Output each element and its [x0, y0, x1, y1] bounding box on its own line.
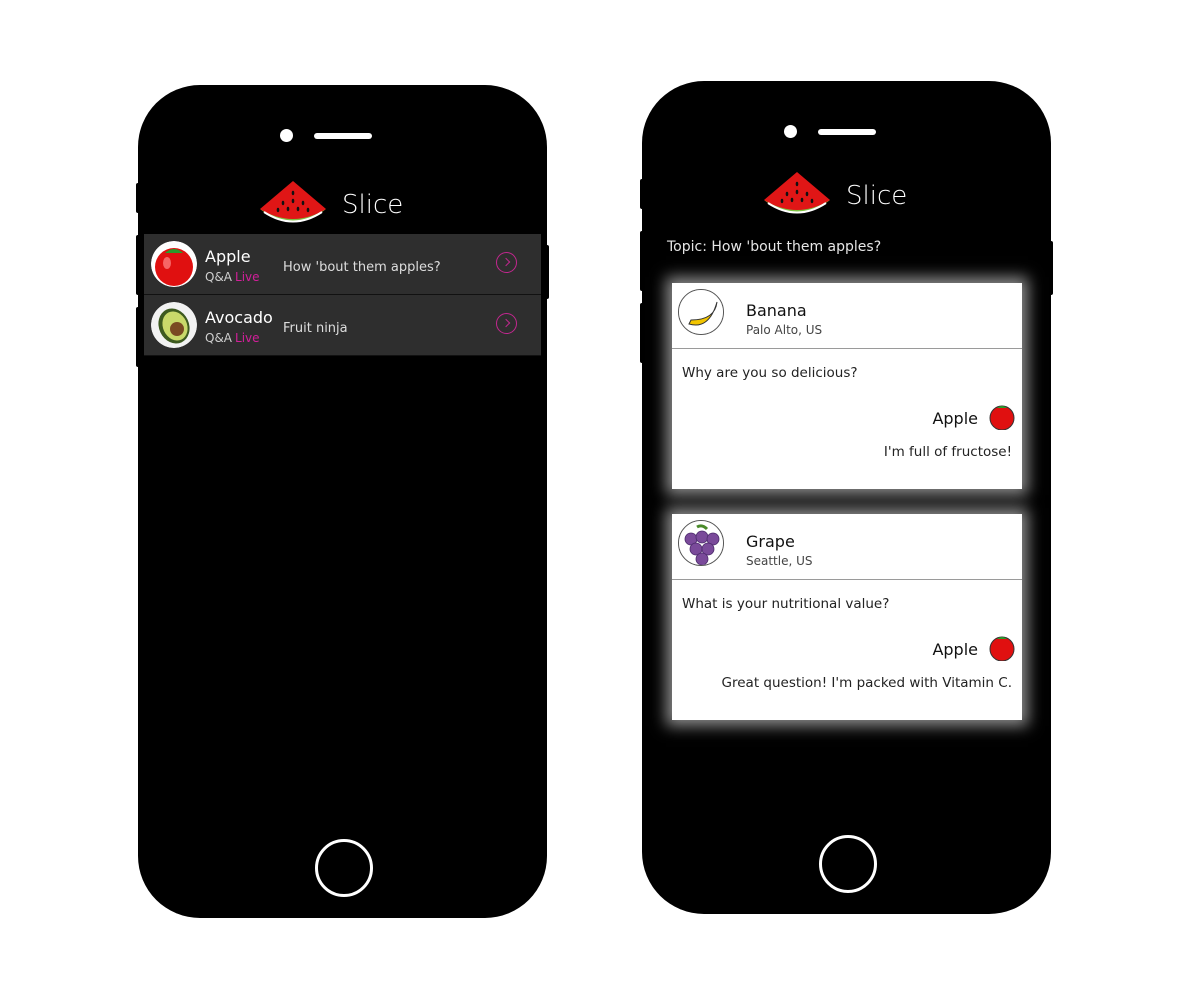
card-location: Palo Alto, US — [746, 323, 823, 337]
phone-left: Slice Apple Q&A Live How 'bout them apple… — [136, 85, 549, 918]
item-meta: Q&A Live — [205, 331, 260, 345]
card-header: Grape Seattle, US — [672, 514, 1022, 580]
list-item[interactable]: Avocado Q&A Live Fruit ninja — [144, 295, 541, 356]
answer-text: I'm full of fructose! — [883, 444, 1012, 460]
volume-button — [136, 235, 142, 295]
item-title: Avocado — [205, 308, 273, 327]
topic-heading: Topic: How 'bout them apples? — [667, 239, 882, 255]
item-topic: Fruit ninja — [283, 321, 348, 336]
home-button[interactable] — [315, 839, 373, 897]
home-button[interactable] — [819, 835, 877, 893]
answer-text: Great question! I'm packed with Vitamin … — [721, 675, 1012, 691]
question-card[interactable]: Grape Seattle, US What is your nutrition… — [672, 514, 1022, 720]
volume-button — [640, 179, 646, 209]
live-badge: Live — [235, 270, 260, 284]
power-button — [543, 245, 549, 299]
answerer-name: Apple — [932, 409, 978, 428]
volume-button — [136, 307, 142, 367]
camera — [784, 125, 797, 138]
item-title: Apple — [205, 247, 251, 266]
watermelon-icon — [764, 172, 830, 214]
app-name: Slice — [846, 181, 908, 211]
question-card[interactable]: Banana Palo Alto, US Why are you so deli… — [672, 283, 1022, 489]
question-text: Why are you so delicious? — [682, 365, 858, 381]
list-item[interactable]: Apple Q&A Live How 'bout them apples? — [144, 234, 541, 295]
speaker — [818, 129, 876, 135]
avocado-icon — [151, 302, 197, 348]
chevron-right-icon[interactable] — [496, 313, 517, 334]
item-kind: Q&A — [205, 331, 233, 345]
live-badge: Live — [235, 331, 260, 345]
item-kind: Q&A — [205, 270, 233, 284]
apple-icon — [151, 241, 197, 287]
app-name: Slice — [342, 190, 404, 220]
answerer-name: Apple — [932, 640, 978, 659]
card-user: Grape — [746, 532, 795, 551]
watermelon-icon — [260, 181, 326, 223]
grape-icon — [678, 520, 724, 566]
apple-icon — [989, 405, 1015, 430]
item-meta: Q&A Live — [205, 270, 260, 284]
session-list: Apple Q&A Live How 'bout them apples? Avo… — [144, 234, 541, 356]
apple-icon — [989, 636, 1015, 661]
volume-button — [136, 183, 142, 213]
app-brand: Slice — [258, 179, 403, 231]
banana-icon — [678, 289, 724, 335]
phone-right: Slice Topic: How 'bout them apples? Bana… — [640, 81, 1053, 914]
item-topic: How 'bout them apples? — [283, 260, 441, 275]
speaker — [314, 133, 372, 139]
volume-button — [640, 231, 646, 291]
chevron-right-icon[interactable] — [496, 252, 517, 273]
card-user: Banana — [746, 301, 807, 320]
app-brand: Slice — [762, 170, 907, 222]
camera — [280, 129, 293, 142]
card-header: Banana Palo Alto, US — [672, 283, 1022, 349]
power-button — [1047, 241, 1053, 295]
volume-button — [640, 303, 646, 363]
card-location: Seattle, US — [746, 554, 813, 568]
question-text: What is your nutritional value? — [682, 596, 890, 612]
